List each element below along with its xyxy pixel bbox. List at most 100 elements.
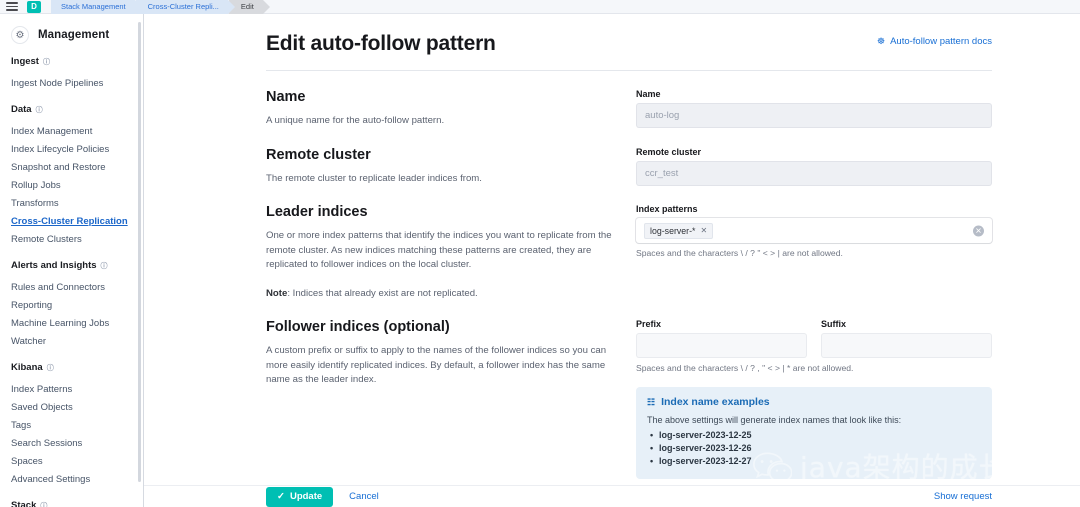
sidebar-group-text: Ingest [11, 56, 39, 67]
index-pattern-pill-label: log-server-* [650, 225, 696, 236]
sidebar-group-label: Stack ⓘ [0, 500, 143, 507]
callout-example-list: log-server-2023-12-25 log-server-2023-12… [647, 429, 981, 468]
section-name-fields: Name auto-log [636, 89, 992, 129]
docs-link-icon: ☸ [877, 36, 886, 46]
form-footer-bar: ✓ Update Cancel Show request [144, 485, 1080, 507]
sidebar-item-index-patterns[interactable]: Index Patterns [0, 380, 143, 398]
hamburger-icon[interactable] [6, 2, 18, 11]
sidebar-item-rollup-jobs[interactable]: Rollup Jobs [0, 176, 143, 194]
breadcrumb-item-cross-cluster-replication[interactable]: Cross-Cluster Repli... [135, 0, 236, 14]
suffix-field-label: Suffix [821, 319, 847, 329]
gear-icon: ⚙ [11, 26, 29, 44]
sidebar-group-label: Alerts and Insights ⓘ [0, 260, 143, 278]
check-icon: ✓ [277, 491, 285, 502]
show-request-link[interactable]: Show request [934, 491, 992, 502]
top-breadcrumb-bar: D Stack Management Cross-Cluster Repli..… [0, 0, 1080, 14]
sidebar-item-reporting[interactable]: Reporting [0, 296, 143, 314]
prefix-suffix-helper-text: Spaces and the characters \ / ? , " < > … [636, 363, 854, 373]
section-remote-cluster: Remote cluster The remote cluster to rep… [266, 129, 992, 187]
section-description: A custom prefix or suffix to apply to th… [266, 345, 607, 385]
sidebar-group-ingest: Ingest ⓘ Ingest Node Pipelines [0, 56, 143, 92]
update-button-label: Update [289, 491, 323, 502]
page-header: Edit auto-follow pattern ☸ Auto-follow p… [266, 32, 992, 71]
note-label: Note [266, 287, 288, 299]
page-title: Edit auto-follow pattern [266, 32, 496, 55]
index-examples-icon: ☷ [647, 396, 656, 407]
form-container: Edit auto-follow pattern ☸ Auto-follow p… [144, 14, 1080, 479]
suffix-field: Suffix [821, 319, 992, 358]
remote-cluster-input[interactable]: ccr_test [636, 160, 992, 186]
breadcrumb-item-stack-management[interactable]: Stack Management [51, 0, 142, 14]
section-description: The remote cluster to replicate leader i… [266, 172, 482, 184]
note-text: : Indices that already exist are not rep… [287, 287, 478, 299]
section-title: Follower indices (optional) [266, 319, 450, 335]
sidebar-item-rules-and-connectors[interactable]: Rules and Connectors [0, 278, 143, 296]
sidebar-item-remote-clusters[interactable]: Remote Clusters [0, 230, 143, 248]
section-follower-indices-description: Follower indices (optional) A custom pre… [266, 319, 636, 479]
section-note: Note: Indices that already exist are not… [266, 287, 612, 302]
sidebar-item-ingest-node-pipelines[interactable]: Ingest Node Pipelines [0, 74, 143, 92]
section-remote-cluster-description: Remote cluster The remote cluster to rep… [266, 147, 636, 187]
sidebar-header: ⚙ Management [0, 14, 143, 56]
cancel-button[interactable]: Cancel [349, 491, 379, 502]
section-name: Name A unique name for the auto-follow p… [266, 71, 992, 129]
sidebar-item-spaces[interactable]: Spaces [0, 452, 143, 470]
auto-follow-pattern-docs-link[interactable]: ☸ Auto-follow pattern docs [877, 36, 992, 47]
sidebar-item-snapshot-and-restore[interactable]: Snapshot and Restore [0, 158, 143, 176]
update-button[interactable]: ✓ Update [266, 486, 334, 507]
section-leader-indices: Leader indices One or more index pattern… [266, 186, 992, 301]
section-leader-indices-fields: Index patterns log-server-* ✕ ✕ Spaces a… [636, 204, 992, 301]
section-title: Name [266, 89, 306, 105]
suffix-input[interactable] [821, 333, 992, 358]
sidebar-title: Management [38, 29, 110, 41]
name-input[interactable]: auto-log [636, 103, 992, 128]
index-patterns-field-label: Index patterns [636, 204, 698, 214]
sidebar-item-machine-learning-jobs[interactable]: Machine Learning Jobs [0, 314, 143, 332]
sidebar-item-tags[interactable]: Tags [0, 416, 143, 434]
sidebar-group-kibana: Kibana ⓘ Index Patterns Saved Objects Ta… [0, 362, 143, 488]
sidebar-item-saved-objects[interactable]: Saved Objects [0, 398, 143, 416]
info-icon: ⓘ [40, 502, 48, 507]
sidebar-group-label: Ingest ⓘ [0, 56, 143, 74]
sidebar-group-label: Data ⓘ [0, 104, 143, 122]
info-icon: ⓘ [42, 58, 50, 66]
breadcrumb: Stack Management Cross-Cluster Repli... … [51, 0, 270, 14]
prefix-input[interactable] [636, 333, 807, 358]
sidebar-item-cross-cluster-replication[interactable]: Cross-Cluster Replication [0, 212, 143, 230]
sidebar-item-advanced-settings[interactable]: Advanced Settings [0, 470, 143, 488]
sidebar-item-index-management[interactable]: Index Management [0, 122, 143, 140]
sidebar-item-transforms[interactable]: Transforms [0, 194, 143, 212]
section-leader-indices-description: Leader indices One or more index pattern… [266, 204, 636, 301]
sidebar-group-text: Kibana [11, 362, 43, 373]
info-icon: ⓘ [35, 106, 43, 114]
index-name-examples-callout: ☷ Index name examples The above settings… [636, 387, 992, 479]
docs-link-label: Auto-follow pattern docs [890, 36, 992, 47]
callout-subtitle: The above settings will generate index n… [647, 415, 902, 425]
index-patterns-combobox[interactable]: log-server-* ✕ ✕ [636, 218, 992, 243]
name-field-label: Name [636, 89, 661, 99]
callout-header: ☷ Index name examples [647, 396, 981, 408]
section-name-description: Name A unique name for the auto-follow p… [266, 89, 636, 129]
list-item: log-server-2023-12-25 [647, 429, 981, 442]
sidebar-item-search-sessions[interactable]: Search Sessions [0, 434, 143, 452]
sidebar-group-stack: Stack ⓘ [0, 500, 143, 507]
close-icon[interactable]: ✕ [700, 226, 707, 235]
clear-all-icon[interactable]: ✕ [973, 225, 984, 236]
index-patterns-helper-text: Spaces and the characters \ / ? " < > | … [636, 248, 843, 258]
sidebar-item-index-lifecycle-policies[interactable]: Index Lifecycle Policies [0, 140, 143, 158]
sidebar-group-text: Alerts and Insights [11, 260, 97, 271]
sidebar-item-watcher[interactable]: Watcher [0, 332, 143, 350]
prefix-field: Prefix [636, 319, 807, 358]
sidebar-group-text: Data [11, 104, 32, 115]
sidebar-group-alerts-and-insights: Alerts and Insights ⓘ Rules and Connecto… [0, 260, 143, 350]
section-title: Remote cluster [266, 146, 371, 163]
section-title: Leader indices [266, 204, 368, 220]
section-follower-indices-fields: Prefix Suffix Spaces and the characters … [636, 319, 992, 479]
page-shell: ⚙ Management Ingest ⓘ Ingest Node Pipeli… [0, 14, 1080, 507]
info-icon: ⓘ [46, 364, 54, 372]
index-pattern-pill[interactable]: log-server-* ✕ [644, 222, 714, 239]
sidebar-scrollbar[interactable] [138, 22, 141, 482]
app-badge[interactable]: D [27, 0, 41, 13]
main-content: Edit auto-follow pattern ☸ Auto-follow p… [144, 14, 1080, 507]
prefix-suffix-row: Prefix Suffix [636, 319, 992, 358]
